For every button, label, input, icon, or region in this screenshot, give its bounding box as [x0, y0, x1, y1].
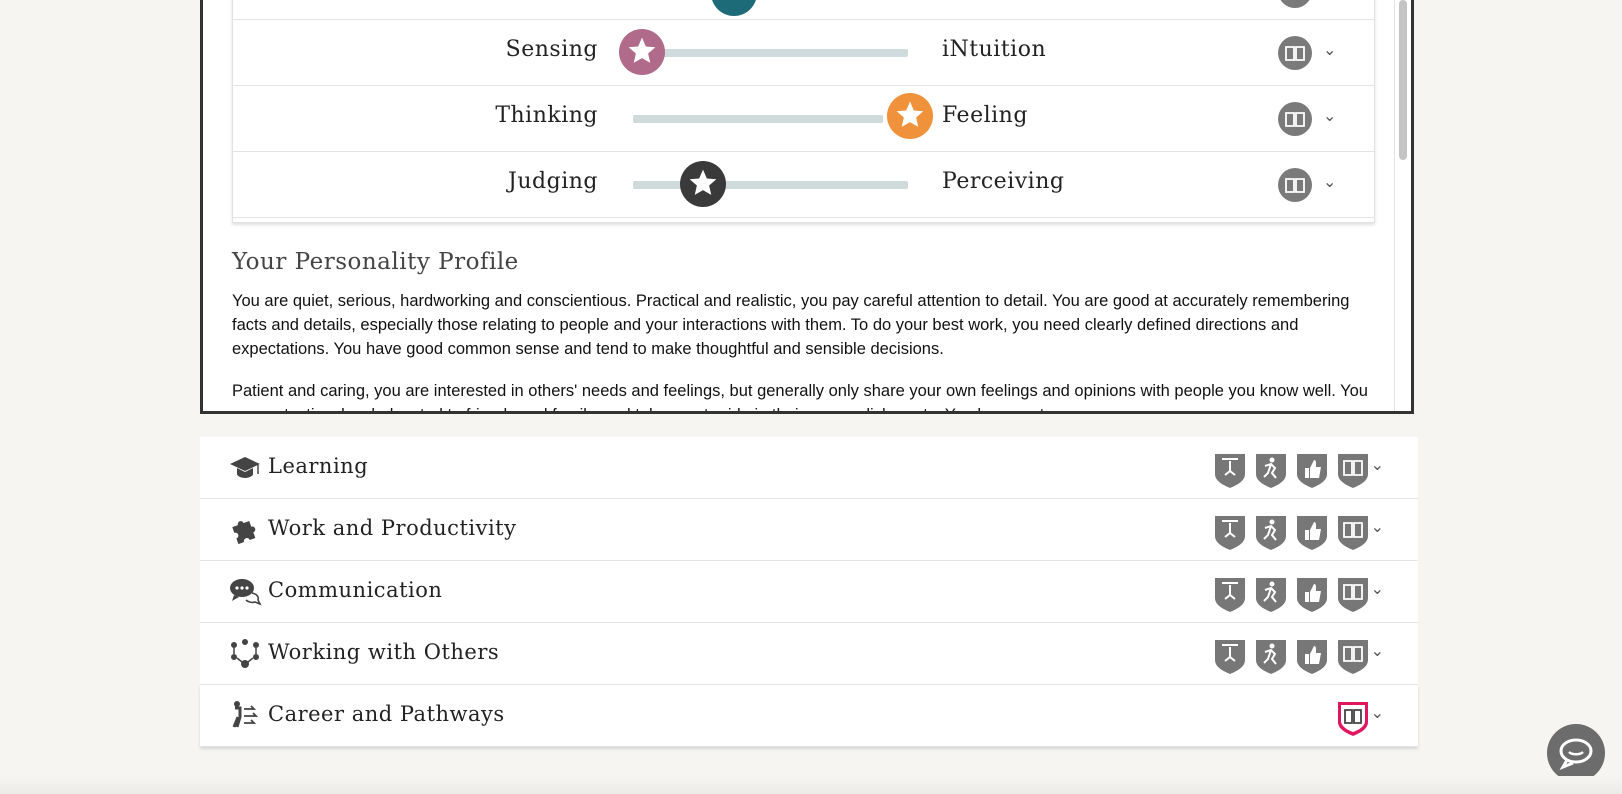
chat-support-button[interactable] — [1547, 724, 1605, 782]
trait-slider-track[interactable] — [633, 115, 883, 123]
category-label: Career and Pathways — [268, 702, 505, 726]
profile-paragraph: Patient and caring, you are interested i… — [232, 382, 1368, 411]
book-icon — [1285, 112, 1305, 127]
badge-group — [1213, 513, 1388, 551]
book-icon-button[interactable] — [1278, 0, 1312, 8]
book-icon — [1285, 46, 1305, 61]
trait-row-thinking-feeling: Thinking Feeling ⌄ — [233, 86, 1374, 152]
runner-badge-icon[interactable] — [1254, 513, 1288, 551]
category-row-communication[interactable]: Communication ⌄ — [200, 561, 1418, 623]
weightlifter-badge-icon[interactable] — [1213, 451, 1247, 489]
weightlifter-badge-icon[interactable] — [1213, 637, 1247, 675]
badge-group — [1213, 451, 1388, 489]
trait-row-partial — [233, 0, 1374, 20]
book-badge-icon[interactable] — [1336, 451, 1370, 489]
category-label: Learning — [268, 454, 369, 478]
thumbs-up-badge-icon[interactable] — [1295, 451, 1329, 489]
category-row-work-productivity[interactable]: Work and Productivity ⌄ — [200, 499, 1418, 561]
puzzle-icon — [232, 521, 256, 545]
star-icon — [628, 37, 656, 63]
chevron-down-icon[interactable]: ⌄ — [1371, 703, 1384, 722]
scrollbar[interactable] — [1399, 0, 1407, 411]
trait-left-label: Thinking — [495, 103, 598, 128]
personality-panel: Sensing iNtuition ⌄ Thinking Feeling ⌄ J… — [200, 0, 1414, 414]
star-icon — [896, 101, 924, 127]
career-path-icon — [232, 701, 259, 728]
chat-bubbles-icon — [1559, 738, 1593, 770]
trait-slider-track[interactable] — [662, 49, 908, 57]
trait-right-label: iNtuition — [942, 37, 1047, 62]
trait-right-label: Perceiving — [942, 169, 1065, 194]
thumbs-up-badge-icon[interactable] — [1295, 637, 1329, 675]
book-badge-icon[interactable] — [1336, 699, 1370, 737]
chevron-down-icon[interactable]: ⌄ — [1323, 106, 1336, 125]
chevron-down-icon[interactable]: ⌄ — [1371, 455, 1384, 474]
category-label: Work and Productivity — [268, 516, 517, 540]
page-footer-shade — [0, 776, 1622, 794]
book-icon-button[interactable] — [1278, 168, 1312, 202]
star-icon — [689, 169, 717, 195]
trait-knob-partial[interactable] — [711, 0, 757, 16]
scrollbar-thumb[interactable] — [1399, 0, 1407, 160]
chevron-down-icon[interactable]: ⌄ — [1323, 172, 1336, 191]
scroll-divider — [1394, 0, 1395, 411]
category-row-working-with-others[interactable]: Working with Others ⌄ — [200, 623, 1418, 685]
trait-knob[interactable] — [680, 161, 726, 207]
trait-slider-track[interactable] — [633, 181, 908, 189]
graduation-cap-icon — [230, 457, 260, 478]
chevron-down-icon[interactable]: ⌄ — [1371, 517, 1384, 536]
book-icon-button[interactable] — [1278, 36, 1312, 70]
thumbs-up-badge-icon[interactable] — [1295, 513, 1329, 551]
trait-row-judging-perceiving: Judging Perceiving ⌄ — [233, 152, 1374, 218]
category-row-learning[interactable]: Learning ⌄ — [200, 437, 1418, 499]
chevron-down-icon[interactable]: ⌄ — [1323, 40, 1336, 59]
trait-right-label: Feeling — [942, 103, 1028, 128]
category-label: Communication — [268, 578, 443, 602]
category-label: Working with Others — [268, 640, 500, 664]
trait-row-sensing-intuition: Sensing iNtuition ⌄ — [233, 20, 1374, 86]
chevron-down-icon[interactable]: ⌄ — [1371, 641, 1384, 660]
trait-knob[interactable] — [887, 93, 933, 139]
people-network-icon — [231, 639, 259, 668]
badge-group — [1213, 637, 1388, 675]
weightlifter-badge-icon[interactable] — [1213, 513, 1247, 551]
runner-badge-icon[interactable] — [1254, 451, 1288, 489]
profile-paragraph: You are quiet, serious, hardworking and … — [232, 292, 1350, 358]
category-row-career-pathways[interactable]: Career and Pathways ⌄ — [200, 685, 1418, 747]
book-badge-icon[interactable] — [1336, 575, 1370, 613]
profile-title: Your Personality Profile — [232, 249, 519, 275]
trait-knob[interactable] — [619, 29, 665, 75]
chevron-down-icon[interactable]: ⌄ — [1371, 579, 1384, 598]
trait-left-label: Judging — [508, 169, 598, 194]
thumbs-up-badge-icon[interactable] — [1295, 575, 1329, 613]
speech-bubbles-icon — [230, 579, 262, 606]
trait-sliders-card: Sensing iNtuition ⌄ Thinking Feeling ⌄ J… — [232, 0, 1375, 223]
trait-left-label: Sensing — [505, 37, 598, 62]
book-badge-icon[interactable] — [1336, 637, 1370, 675]
weightlifter-badge-icon[interactable] — [1213, 575, 1247, 613]
book-icon-button[interactable] — [1278, 102, 1312, 136]
book-badge-icon[interactable] — [1336, 513, 1370, 551]
book-icon — [1285, 178, 1305, 193]
badge-group — [1213, 575, 1388, 613]
runner-badge-icon[interactable] — [1254, 637, 1288, 675]
runner-badge-icon[interactable] — [1254, 575, 1288, 613]
